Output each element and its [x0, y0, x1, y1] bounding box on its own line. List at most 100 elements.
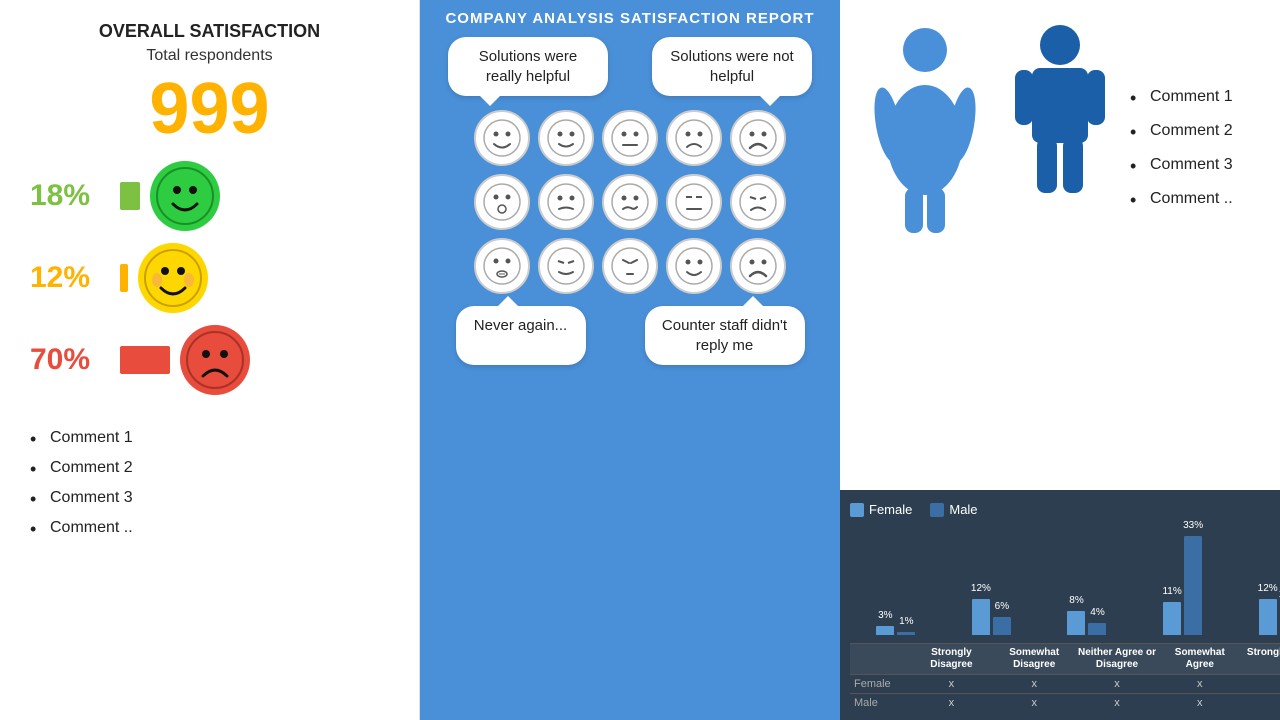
chart-group-5: 12% 10% — [1232, 525, 1280, 639]
right-panel: Comment 1 Comment 2 Comment 3 Comment ..… — [840, 0, 1280, 720]
bar-female-3: 8% — [1067, 611, 1085, 635]
bar-female-label-1: 3% — [878, 610, 892, 621]
bar-male-2: 6% — [993, 617, 1011, 635]
center-title: COMPANY ANALYSIS SATISFACTION REPORT — [430, 10, 830, 27]
chart-cell-f5: x — [1241, 675, 1280, 693]
emoji-2-3 — [602, 174, 658, 230]
chart-row-label-male: Male — [850, 694, 910, 712]
bar-male-3: 4% — [1088, 623, 1106, 635]
right-comments: Comment 1 Comment 2 Comment 3 Comment .. — [1130, 20, 1280, 216]
figure-male — [1010, 20, 1110, 240]
legend-male-dot — [930, 503, 944, 517]
emoji-grid — [474, 110, 786, 294]
bubble-bottom-right: Counter staff didn't reply me — [645, 306, 805, 365]
chart-group-3: 8% 4% — [1041, 525, 1133, 639]
legend-male-label: Male — [949, 502, 977, 517]
legend-female-label: Female — [869, 502, 912, 517]
chart-cell-m5: x — [1241, 694, 1280, 712]
chart-cat-4: Somewhat Agree — [1158, 644, 1241, 674]
bar-female-2: 12% — [972, 599, 990, 635]
chart-table: Strongly Disagree Somewhat Disagree Neit… — [850, 643, 1280, 712]
chart-cell-m1: x — [910, 694, 993, 712]
total-number: 999 — [30, 73, 389, 145]
bar-male-label-1: 1% — [899, 616, 913, 627]
chart-cat-1: Strongly Disagree — [910, 644, 993, 674]
right-comment-4: Comment .. — [1130, 182, 1280, 216]
legend-female: Female — [850, 502, 912, 517]
satisfaction-row-1: 18% — [30, 161, 389, 231]
chart-cell-m3: x — [1076, 694, 1159, 712]
chart-legend: Female Male — [850, 502, 1280, 517]
pct-70: 70% — [30, 343, 110, 377]
left-comments: Comment 1 Comment 2 Comment 3 Comment .. — [30, 423, 389, 543]
bar-18 — [120, 182, 140, 210]
chart-cell-f1: x — [910, 675, 993, 693]
emoji-1-5 — [730, 110, 786, 166]
bottom-bubbles: Never again... Counter staff didn't repl… — [430, 306, 830, 365]
bar-female-label-5: 12% — [1258, 583, 1278, 594]
legend-female-dot — [850, 503, 864, 517]
chart-cell-m2: x — [993, 694, 1076, 712]
satisfaction-row-3: 70% — [30, 325, 389, 395]
face-happy — [150, 161, 220, 231]
bars-group-3: 8% 4% — [1067, 525, 1106, 635]
right-top: Comment 1 Comment 2 Comment 3 Comment .. — [840, 0, 1280, 490]
chart-cat-5: Strongly Agree — [1241, 644, 1280, 674]
bar-female-4: 11% — [1163, 602, 1181, 635]
chart-data-row-male: Male x x x x x — [850, 693, 1280, 712]
chart-cell-m4: x — [1158, 694, 1241, 712]
left-comment-4: Comment .. — [30, 513, 389, 543]
emoji-2-5 — [730, 174, 786, 230]
bar-male-label-4: 33% — [1183, 520, 1203, 531]
bar-female-label-4: 11% — [1162, 586, 1181, 597]
chart-cell-f2: x — [993, 675, 1076, 693]
bar-male-label-3: 4% — [1090, 607, 1104, 618]
center-panel: COMPANY ANALYSIS SATISFACTION REPORT Sol… — [420, 0, 840, 720]
legend-male: Male — [930, 502, 977, 517]
bubble-top-right: Solutions were not helpful — [652, 37, 812, 96]
bar-male-label-2: 6% — [995, 601, 1009, 612]
right-comment-1: Comment 1 — [1130, 80, 1280, 114]
chart-cell-f3: x — [1076, 675, 1159, 693]
emoji-2-1 — [474, 174, 530, 230]
chart-data-row-female: Female x x x x x — [850, 674, 1280, 693]
satisfaction-row-2: 12% — [30, 243, 389, 313]
bar-female-label-2: 12% — [971, 583, 991, 594]
bar-12 — [120, 264, 128, 292]
chart-header-row: Strongly Disagree Somewhat Disagree Neit… — [850, 644, 1280, 674]
right-comment-3: Comment 3 — [1130, 148, 1280, 182]
chart-cat-3: Neither Agree or Disagree — [1076, 644, 1159, 674]
emoji-3-4 — [666, 238, 722, 294]
chart-row-label-female: Female — [850, 675, 910, 693]
figures-area — [870, 20, 1110, 240]
bars-group-4: 11% 33% — [1163, 525, 1202, 635]
face-sad — [180, 325, 250, 395]
left-comment-2: Comment 2 — [30, 453, 389, 483]
chart-cat-2: Somewhat Disagree — [993, 644, 1076, 674]
left-panel: OVERALL SATISFACTION Total respondents 9… — [0, 0, 420, 720]
emoji-1-3 — [602, 110, 658, 166]
face-neutral — [138, 243, 208, 313]
pct-18: 18% — [30, 179, 110, 213]
emoji-2-2 — [538, 174, 594, 230]
bar-70 — [120, 346, 170, 374]
bars-group-1: 3% 1% — [876, 525, 915, 635]
chart-cell-f4: x — [1158, 675, 1241, 693]
emoji-3-3 — [602, 238, 658, 294]
right-comment-2: Comment 2 — [1130, 114, 1280, 148]
overall-title: OVERALL SATISFACTION — [30, 20, 389, 43]
emoji-2-4 — [666, 174, 722, 230]
emoji-1-1 — [474, 110, 530, 166]
chart-group-4: 11% 33% — [1137, 525, 1229, 639]
total-respondents-label: Total respondents — [30, 47, 389, 65]
bar-female-1: 3% — [876, 626, 894, 635]
chart-header-empty — [850, 644, 910, 674]
chart-area: Female Male 3% 1% 12% 6% — [840, 490, 1280, 720]
bars-group-5: 12% 10% — [1259, 525, 1280, 635]
chart-body: 3% 1% 12% 6% 8% 4% 11% — [850, 525, 1280, 639]
chart-group-1: 3% 1% — [850, 525, 942, 639]
bar-female-label-3: 8% — [1069, 595, 1083, 606]
bars-group-2: 12% 6% — [972, 525, 1011, 635]
pct-12: 12% — [30, 261, 110, 295]
emoji-1-4 — [666, 110, 722, 166]
